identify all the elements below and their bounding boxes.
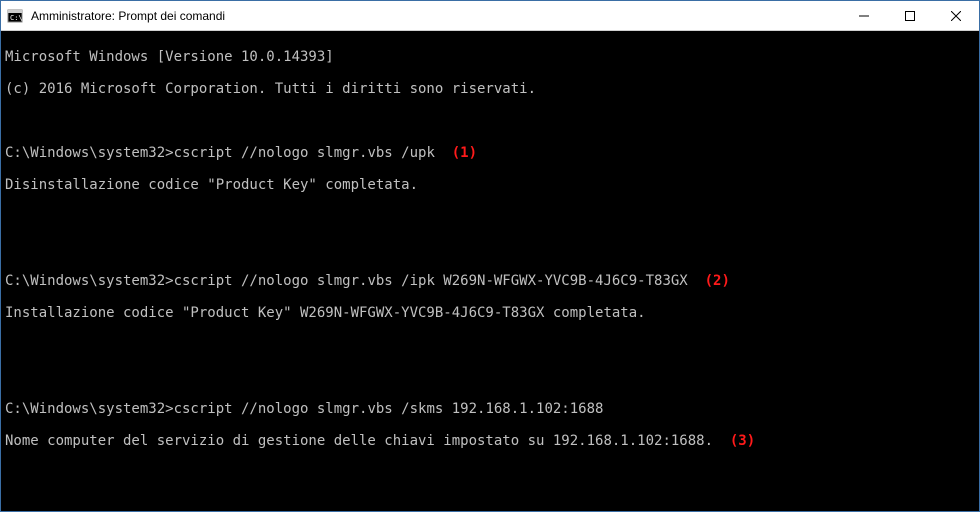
annotation-1: (1) [435, 145, 477, 161]
console-output: Nome computer del servizio di gestione d… [5, 433, 713, 449]
annotation-3: (3) [713, 433, 755, 449]
console-line: C:\Windows\system32>cscript //nologo slm… [5, 273, 975, 289]
prompt: C:\Windows\system32> [5, 401, 174, 417]
minimize-button[interactable] [841, 1, 887, 30]
svg-text:C:\: C:\ [10, 14, 23, 22]
window-title: Amministratore: Prompt dei comandi [29, 9, 841, 23]
blank-line [5, 241, 975, 257]
prompt: C:\Windows\system32> [5, 145, 174, 161]
annotation-2: (2) [688, 273, 730, 289]
blank-line [5, 497, 975, 511]
command-prompt-window: C:\ Amministratore: Prompt dei comandi M… [0, 0, 980, 512]
console-output: Disinstallazione codice "Product Key" co… [5, 177, 975, 193]
blank-line [5, 337, 975, 353]
blank-line [5, 369, 975, 385]
window-controls [841, 1, 979, 30]
console-line: Microsoft Windows [Versione 10.0.14393] [5, 49, 975, 65]
console-line: C:\Windows\system32>cscript //nologo slm… [5, 145, 975, 161]
minimize-icon [859, 11, 869, 21]
console-line: (c) 2016 Microsoft Corporation. Tutti i … [5, 81, 975, 97]
app-icon: C:\ [1, 8, 29, 24]
blank-line [5, 113, 975, 129]
command-text: cscript //nologo slmgr.vbs /upk [174, 145, 435, 161]
close-button[interactable] [933, 1, 979, 30]
command-text: cscript //nologo slmgr.vbs /ipk W269N-WF… [174, 273, 688, 289]
prompt: C:\Windows\system32> [5, 273, 174, 289]
close-icon [951, 11, 961, 21]
command-text: cscript //nologo slmgr.vbs /skms 192.168… [174, 401, 604, 417]
console-line: Nome computer del servizio di gestione d… [5, 433, 975, 449]
console-line: C:\Windows\system32>cscript //nologo slm… [5, 401, 975, 417]
console-area[interactable]: Microsoft Windows [Versione 10.0.14393] … [1, 31, 979, 511]
maximize-button[interactable] [887, 1, 933, 30]
console-output: Installazione codice "Product Key" W269N… [5, 305, 975, 321]
titlebar[interactable]: C:\ Amministratore: Prompt dei comandi [1, 1, 979, 31]
blank-line [5, 209, 975, 225]
maximize-icon [905, 11, 915, 21]
blank-line [5, 465, 975, 481]
